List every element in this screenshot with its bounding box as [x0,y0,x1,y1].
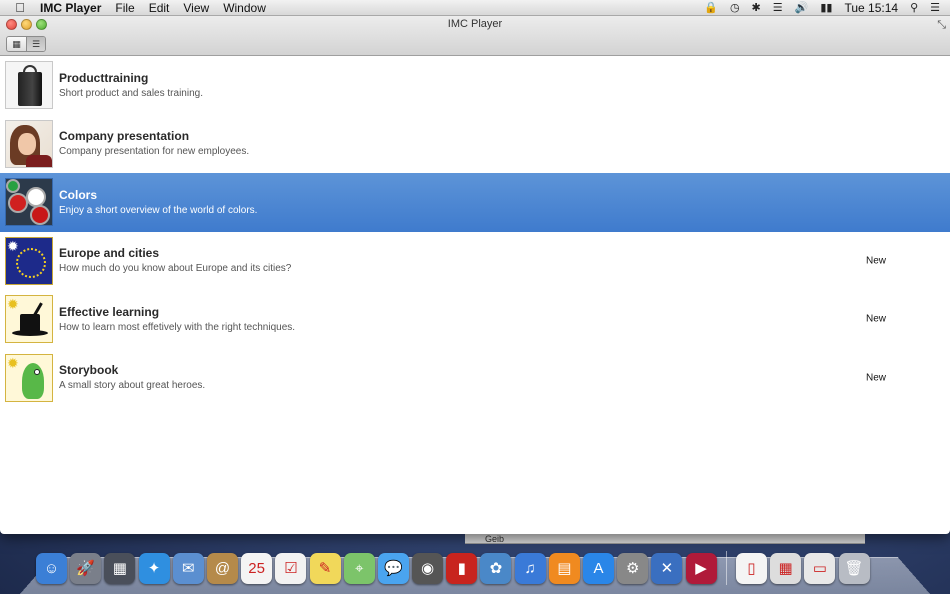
menu-bar:  IMC Player File Edit View Window 🔒 ◷ ✱… [0,0,950,16]
item-title: Company presentation [59,129,190,144]
menu-file[interactable]: File [115,1,134,15]
item-title: Effective learning [59,304,160,319]
lock-icon[interactable]: 🔒 [704,1,718,14]
battery-icon[interactable]: ▮▮ [820,1,832,14]
paint-cans-thumbnail [5,178,53,227]
title-bar[interactable]: IMC Player ⤡ ▦ ☰ [0,16,950,56]
reminders-icon[interactable]: ☑ [275,552,307,584]
facetime-icon[interactable]: ◉ [412,552,444,584]
woman-thumbnail [5,119,53,168]
xcode-icon[interactable]: ✕ [651,552,683,584]
volume-icon[interactable]: 🔊 [795,1,809,14]
list-item-europe-and-cities[interactable]: ✹ Europe and cities How much do you know… [0,232,950,291]
mail-icon[interactable]: ✉ [172,552,204,584]
magic-hat-thumbnail: ✹ [5,295,53,344]
new-badge: New [866,313,887,325]
spotlight-icon[interactable]: ⚲ [910,1,918,14]
menu-clock[interactable]: Tue 15:14 [844,1,898,15]
launchpad-icon[interactable]: 🚀 [70,552,102,584]
itunes-icon[interactable]: ♫ [514,552,546,584]
messages-icon[interactable]: 💬 [377,552,409,584]
bluetooth-icon[interactable]: ✱ [752,1,761,14]
grid-view-icon[interactable]: ▦ [7,37,26,51]
iphoto-icon[interactable]: ✿ [480,552,512,584]
app-menu[interactable]: IMC Player [40,1,101,15]
downloads-stack-icon[interactable]: ▦ [770,552,802,584]
item-description: How to learn most effetively with the ri… [59,321,296,333]
dock: ☺ 🚀 ▦ ✦ ✉ @25 ☑ ✎ ⌖ 💬 ◉ ▮ ✿ ♫ ▤ A ⚙ ✕ ▶ ▯ ▦ ▭ 🗑 [36,550,926,586]
list-item-producttraining[interactable]: Producttraining Short product and sales … [0,56,950,115]
time-machine-icon[interactable]: ◷ [730,1,740,14]
item-description: Company presentation for new employees. [59,146,250,158]
item-title: Storybook [59,363,119,378]
fullscreen-icon[interactable]: ⤡ [937,19,946,32]
new-badge: New [866,372,887,384]
wifi-icon[interactable]: ☰ [773,1,783,14]
list-item-effective-learning[interactable]: ✹ Effective learning How to learn most e… [0,290,950,349]
safari-icon[interactable]: ✦ [138,552,170,584]
finder-icon[interactable]: ☺ [36,552,67,584]
system-preferences-icon[interactable]: ⚙ [617,552,649,584]
imc-player-icon[interactable]: ▶ [685,552,717,584]
document-icon[interactable]: ▯ [735,552,767,584]
course-list: Producttraining Short product and sales … [0,56,950,407]
new-badge: New [866,255,887,267]
apple-menu-icon[interactable]:  [0,0,40,15]
mission-control-icon[interactable]: ▦ [104,552,136,584]
item-description: How much do you know about Europe and it… [59,263,292,275]
calendar-icon[interactable]: 25 [241,552,273,584]
background-window-label: Geib [485,534,505,544]
notes-icon[interactable]: ✎ [309,552,341,584]
preview-stack-icon[interactable]: ▭ [804,552,836,584]
ibooks-icon[interactable]: ▤ [548,552,580,584]
contacts-icon[interactable]: @ [206,552,238,584]
menu-edit[interactable]: Edit [149,1,170,15]
notification-center-icon[interactable]: ☰ [930,1,940,14]
photo-booth-icon[interactable]: ▮ [446,552,478,584]
dock-separator [725,551,727,585]
background-window[interactable]: Geib [465,534,865,544]
window-title: IMC Player [447,18,503,30]
menu-view[interactable]: View [183,1,209,15]
shopping-bag-thumbnail [5,61,53,110]
app-store-icon[interactable]: A [583,552,614,584]
item-description: Short product and sales training. [59,87,203,99]
item-title: Producttraining [59,70,149,85]
list-item-storybook[interactable]: ✹ Storybook A small story about great he… [0,349,950,408]
dragon-thumbnail: ✹ [5,353,53,402]
trash-icon[interactable]: 🗑 [838,552,870,584]
item-title: Europe and cities [59,246,160,261]
imc-player-window: IMC Player ⤡ ▦ ☰ Producttraining Short p… [0,16,950,534]
item-description: Enjoy a short overview of the world of c… [59,204,258,216]
list-item-company-presentation[interactable]: Company presentation Company presentatio… [0,115,950,174]
list-item-colors[interactable]: Colors Enjoy a short overview of the wor… [0,173,950,232]
menu-window[interactable]: Window [223,1,266,15]
list-view-icon[interactable]: ☰ [26,37,45,51]
eu-flag-thumbnail: ✹ [5,236,53,285]
view-mode-toggle: ▦ ☰ [6,36,46,52]
maps-icon[interactable]: ⌖ [343,552,375,584]
item-description: A small story about great heroes. [59,380,206,392]
item-title: Colors [59,187,98,202]
